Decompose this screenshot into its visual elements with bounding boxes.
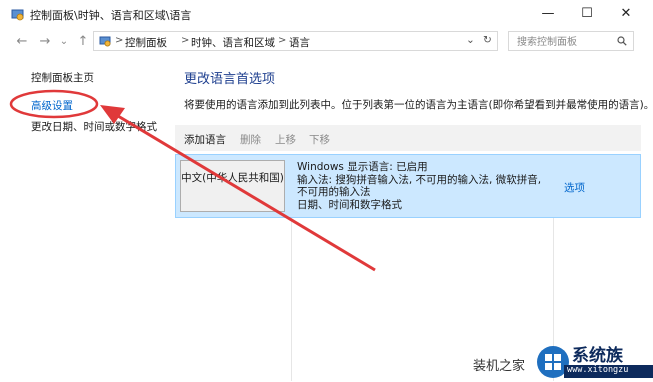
watermark-brand: 系统族 bbox=[572, 346, 623, 366]
highlight-circle bbox=[9, 89, 99, 119]
watermark-text: 装机之家 bbox=[473, 359, 526, 374]
annotation-arrowhead bbox=[100, 105, 125, 124]
annotation-arrow-line bbox=[112, 111, 376, 272]
watermark-url: www.xitongzu bbox=[567, 365, 629, 375]
annotation-overlay bbox=[9, 89, 376, 272]
watermark: 装机之家 系统族 www.xitongzu bbox=[473, 341, 653, 381]
